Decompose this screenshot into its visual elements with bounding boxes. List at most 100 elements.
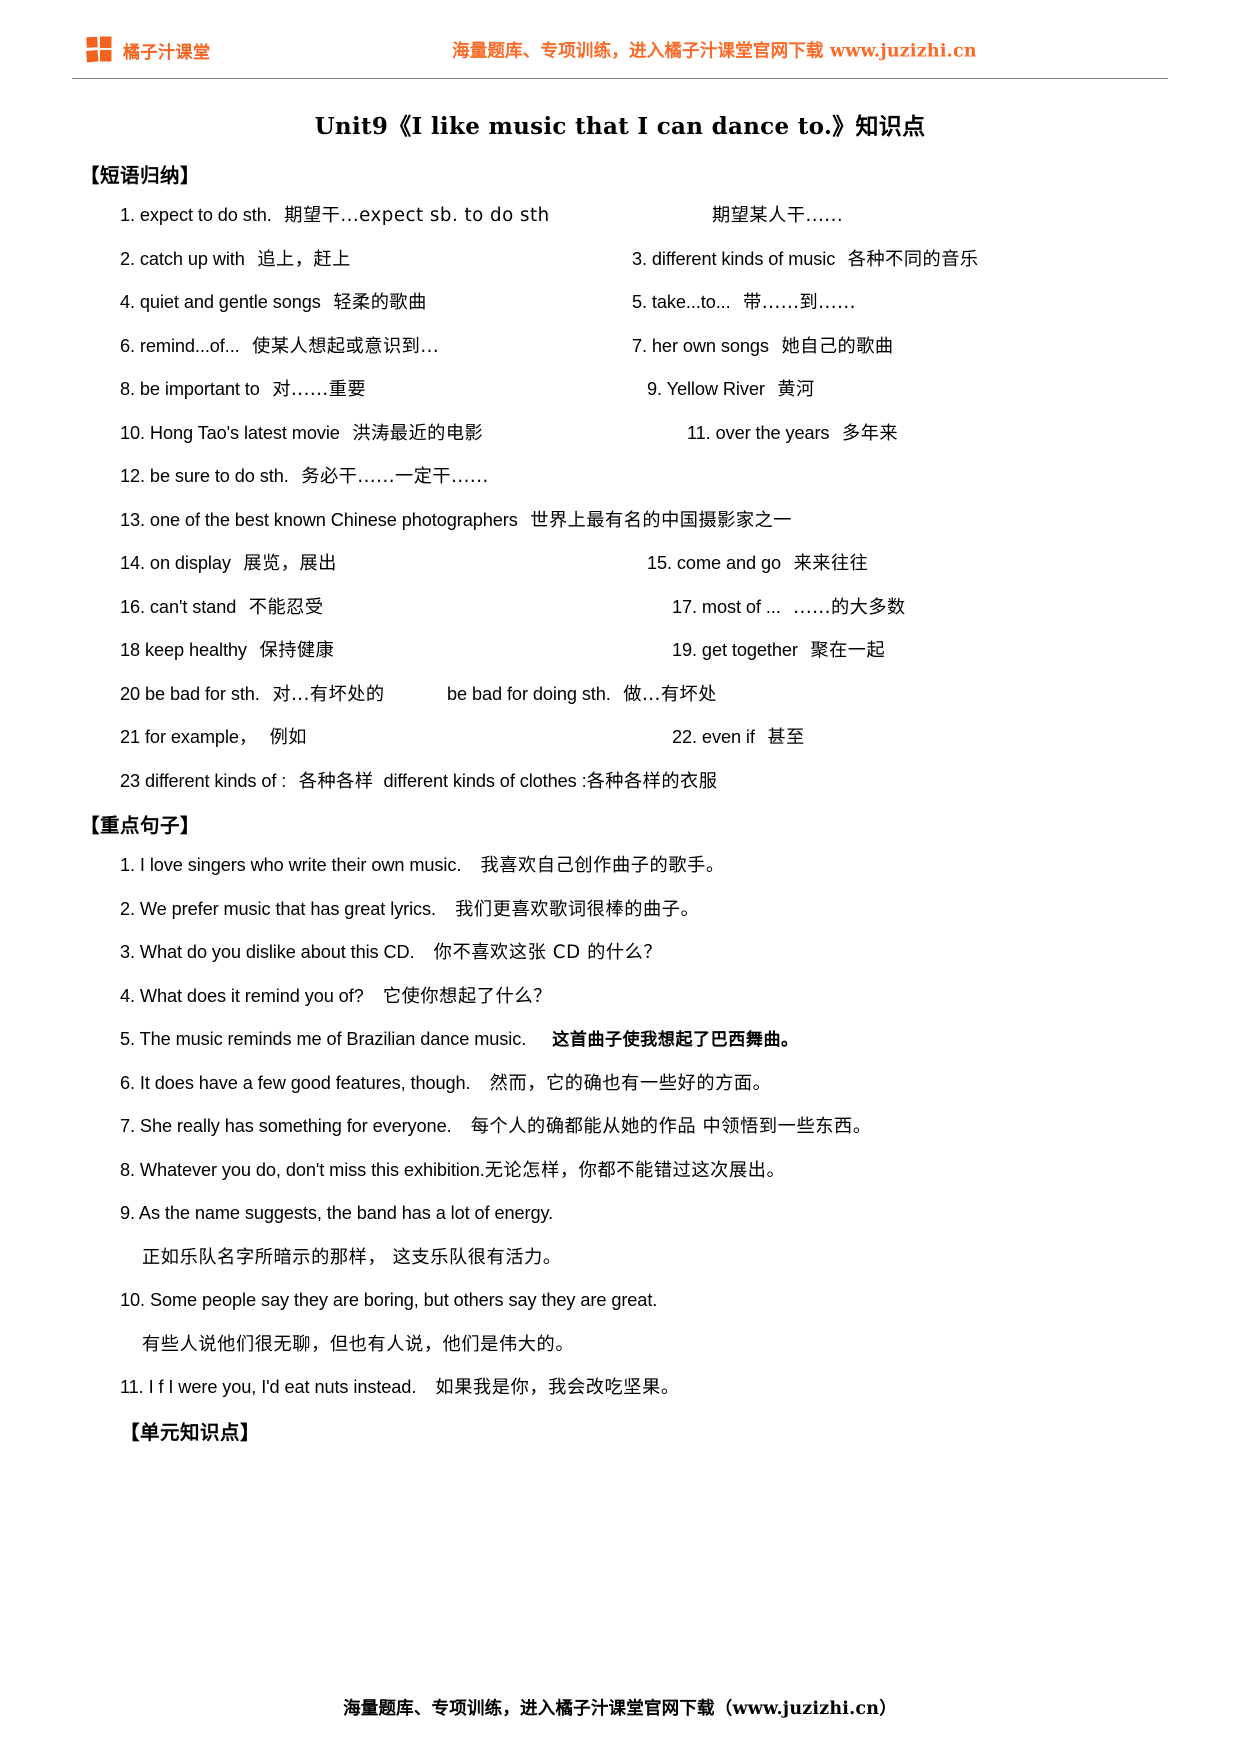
phrase-en-right: 9. Yellow River: [647, 379, 765, 399]
phrase-en: 18 keep healthy: [120, 640, 247, 660]
sentence-row: 5. The music reminds me of Brazilian dan…: [72, 1018, 1168, 1062]
sentence-cn: 我喜欢自己创作曲子的歌手。: [461, 855, 725, 876]
sentence-row: 6. It does have a few good features, tho…: [72, 1062, 1168, 1106]
orange-juice-squares-logo-icon: [86, 36, 112, 63]
sentence-cn: 你不喜欢这张 CD 的什么？: [414, 942, 663, 963]
phrase-en: 14. on display: [120, 553, 231, 573]
phrase-cn: 各种各样: [286, 770, 374, 792]
phrase-cn: 务必干......一定干......: [288, 466, 489, 487]
phrase-row: 13. one of the best known Chinese photog…: [72, 499, 1168, 543]
sentence-row: 4. What does it remind you of? 它使你想起了什么？: [72, 975, 1168, 1019]
phrase-column-2: be bad for doing sth. 做...有坏处: [447, 673, 717, 717]
phrase-cn-right: 黄河: [764, 379, 815, 400]
phrase-row: 23 different kinds of : 各种各样 different k…: [72, 760, 1168, 804]
sentence-en: It does have a few good features, though…: [139, 1072, 471, 1093]
phrase-cn: 保持健康: [246, 640, 335, 661]
document-footer: 海量题库、专项训练，进入橘子汁课堂官网下载（www.juzizhi.cn）: [343, 1699, 897, 1719]
phrase-en: 23 different kinds of :: [120, 770, 287, 791]
document-page: 橘子汁课堂 海量题库、专项训练，进入橘子汁课堂官网下载 www.juzizhi.…: [0, 0, 1240, 1754]
phrase-cn-second: 各种各样的衣服: [586, 770, 718, 792]
phrase-en-right: 7. her own songs: [632, 335, 769, 356]
sentence-en: What does it remind you of?: [139, 985, 364, 1006]
sentence-row: 11. I f I were you, I'd eat nuts instead…: [72, 1366, 1168, 1410]
phrase-cn-right: ......的大多数: [780, 596, 906, 618]
phrase-column-2: 17. most of ... ......的大多数: [672, 586, 906, 630]
phrase-en-right: 19. get together: [672, 640, 798, 660]
brand: 橘子汁课堂: [86, 36, 211, 64]
section-head-phrases: 【短语归纳】: [80, 164, 201, 187]
phrase-cn-right: 期望某人干......: [712, 205, 844, 226]
phrase-cn-right: 聚在一起: [797, 640, 886, 661]
sentence-en: She really has something for everyone.: [139, 1116, 452, 1136]
phrase-en: 13. one of the best known Chinese photog…: [120, 509, 518, 530]
sentence-en: What do you dislike about this CD.: [139, 942, 415, 962]
sentence-cn: 然而，它的确也有一些好的方面。: [470, 1072, 772, 1094]
phrase-cn: 洪涛最近的电影: [339, 422, 484, 444]
sentence-number: 4.: [120, 985, 140, 1006]
sentence-row-continuation: 有些人说他们很无聊，但也有人说，他们是伟大的。: [72, 1323, 1168, 1367]
phrase-cn-right: 各种不同的音乐: [835, 248, 979, 270]
phrase-en-right: 17. most of ...: [672, 596, 781, 617]
phrase-en-right: 15. come and go: [647, 553, 781, 573]
sentence-cn: 有些人说他们很无聊，但也有人说，他们是伟大的。: [142, 1333, 575, 1355]
phrase-cn: 展览，展出: [230, 553, 337, 574]
phrase-cn: 使某人想起或意识到...: [239, 335, 440, 357]
phrase-cn: 对...有坏处的: [259, 683, 385, 705]
sentence-cn: 如果我是你，我会改吃坚果。: [416, 1377, 680, 1398]
sentence-number: 8.: [120, 1159, 140, 1180]
sentence-number: 9.: [120, 1203, 139, 1223]
section-head-unit-points: 【单元知识点】: [120, 1420, 261, 1444]
phrase-row: 4. quiet and gentle songs 轻柔的歌曲 5. take..…: [72, 281, 1168, 325]
header-divider: [72, 78, 1168, 79]
phrase-row: 1. expect to do sth. 期望干...expect sb. to…: [72, 194, 1168, 238]
phrase-column-2: 22. even if 甚至: [672, 716, 805, 760]
sentence-number: 2.: [120, 898, 140, 919]
phrase-row: 2. catch up with 追上，赶上 3. different kinds…: [72, 238, 1168, 282]
phrase-en-right: 3. different kinds of music: [632, 248, 836, 269]
phrase-cn: 追上，赶上: [244, 248, 351, 270]
page-title: Unit9《I like music that I can dance to.》…: [72, 107, 1168, 141]
phrase-cn: 期望干...expect sb. to do sth: [271, 205, 550, 226]
phrase-row: 12. be sure to do sth. 务必干......一定干.....…: [72, 455, 1168, 499]
sentence-en: Whatever you do, don't miss this exhibit…: [139, 1159, 485, 1180]
phrase-cn-right: 甚至: [754, 727, 805, 748]
phrase-en: 6. remind...of...: [120, 335, 240, 356]
phrase-en: 1. expect to do sth.: [120, 205, 272, 225]
phrase-en: 8. be important to: [120, 379, 260, 399]
sentence-row: 2. We prefer music that has great lyrics…: [72, 888, 1168, 932]
sentence-number: 3.: [120, 942, 140, 962]
phrase-cn: 例如: [257, 727, 307, 748]
phrase-row: 20 be bad for sth. 对...有坏处的 be bad for do…: [72, 673, 1168, 717]
phrase-column-2: 11. over the years 多年来: [687, 412, 898, 456]
phrase-row: 6. remind...of... 使某人想起或意识到... 7. her own…: [72, 325, 1168, 369]
phrase-en-second: different kinds of clothes :: [373, 770, 587, 791]
brand-name: 橘子汁课堂: [123, 42, 211, 63]
sentence-list: 1. I love singers who write their own mu…: [72, 844, 1168, 1410]
sentence-row: 9. As the name suggests, the band has a …: [72, 1192, 1168, 1236]
sentence-cn: 每个人的确都能从她的作品 中领悟到一些东西。: [451, 1116, 872, 1137]
phrase-row: 10. Hong Tao's latest movie 洪涛最近的电影 11. o…: [72, 412, 1168, 456]
phrase-column-2: 期望某人干......: [712, 194, 843, 238]
phrase-cn-right: 多年来: [829, 422, 899, 444]
sentence-en: I love singers who write their own music…: [139, 855, 462, 875]
phrase-column-2: 15. come and go 来来往往: [647, 542, 868, 586]
sentence-cn: 这首曲子使我想起了巴西舞曲。: [526, 1030, 799, 1050]
section-head-sentences: 【重点句子】: [80, 814, 201, 837]
sentence-cn: 正如乐队名字所暗示的那样， 这支乐队很有活力。: [142, 1246, 562, 1268]
phrase-en-right: 5. take...to...: [632, 292, 731, 312]
phrase-cn-right: 带......到......: [730, 292, 856, 313]
phrase-cn-right: 做...有坏处: [610, 683, 717, 705]
phrase-en: 16. can't stand: [120, 596, 237, 617]
sentence-cn: 无论怎样，你都不能错过这次展出。: [484, 1159, 786, 1181]
phrase-en-right: be bad for doing sth.: [447, 683, 611, 704]
page-title-text: Unit9《I like music that I can dance to.》…: [314, 113, 926, 140]
phrase-en: 4. quiet and gentle songs: [120, 292, 321, 312]
phrase-en: 21 for example，: [120, 727, 257, 747]
phrase-cn-right: 来来往往: [781, 553, 869, 574]
sentence-number: 1.: [120, 855, 140, 875]
phrase-en: 20 be bad for sth.: [120, 683, 260, 704]
phrase-list: 1. expect to do sth. 期望干...expect sb. to…: [72, 194, 1168, 803]
phrase-en: 2. catch up with: [120, 248, 245, 269]
sentence-en: We prefer music that has great lyrics.: [139, 898, 436, 919]
sentence-number: 11.: [120, 1377, 149, 1397]
